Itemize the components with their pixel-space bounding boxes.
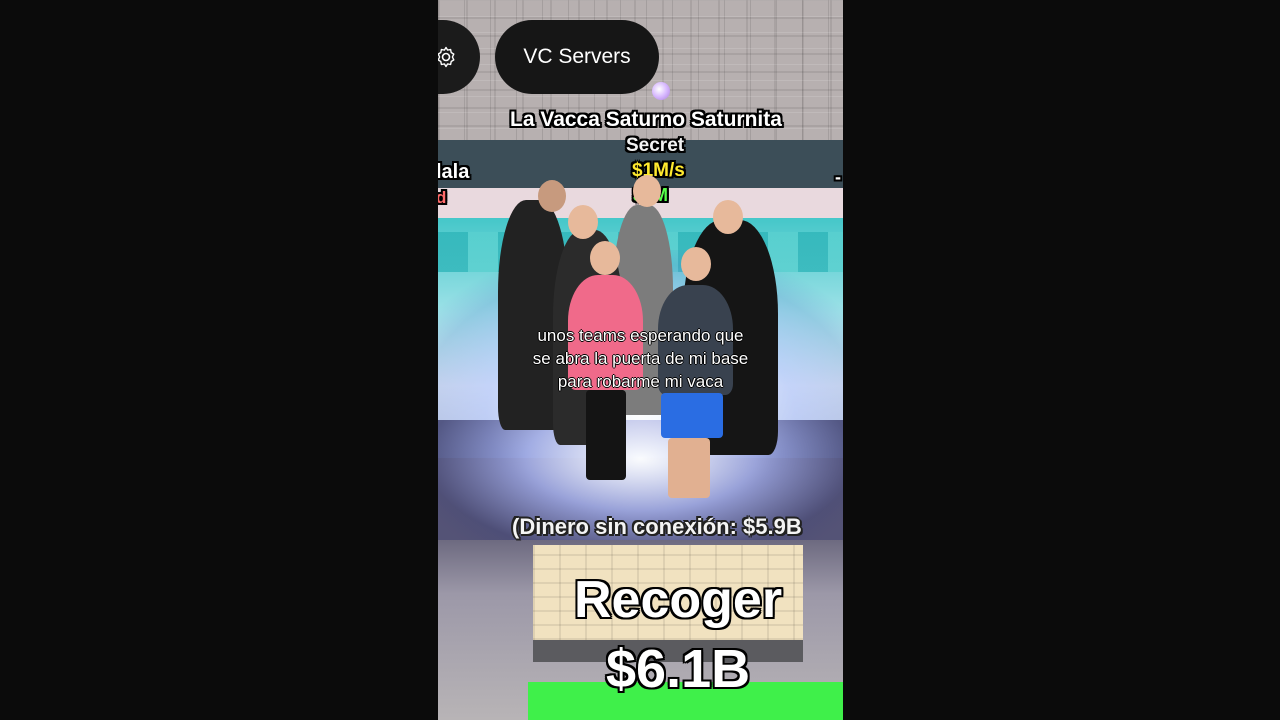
person-teen-head: [633, 175, 661, 207]
left-pet-tag: d: [438, 188, 447, 207]
collect-label[interactable]: Recoger: [574, 570, 782, 630]
pet-name: La Vacca Saturno Saturnita: [510, 108, 782, 131]
person-mom-right-head: [713, 200, 743, 234]
person-boy-blue-legs: [668, 438, 710, 498]
collect-amount: $6.1B: [606, 639, 751, 699]
person-girl-pink-head: [590, 241, 620, 275]
pet-rarity: Secret: [626, 135, 685, 156]
caption-line-2: se abra la puerta de mi base: [532, 349, 749, 368]
right-letterbox: [843, 0, 1280, 720]
person-boy-blue-head: [681, 247, 711, 281]
person-mom-left-head: [568, 205, 598, 239]
caption-line-3: para robarme mi vaca: [557, 372, 724, 391]
orb-icon: [652, 82, 670, 100]
game-viewport: VC Servers La Vacca Saturno Saturnita Se…: [438, 0, 843, 720]
offline-money-label: (Dinero sin conexión: $5.9B: [512, 514, 802, 539]
person-boy-blue-shorts: [661, 393, 723, 438]
left-letterbox: [0, 0, 438, 720]
vc-servers-label: VC Servers: [523, 45, 631, 68]
video-caption: unos teams esperando que se abra la puer…: [508, 324, 773, 393]
gear-icon: [438, 46, 455, 68]
right-pet-mark: -: [835, 167, 841, 187]
left-pet-name: lala: [438, 161, 470, 183]
person-girl-pink-legs: [586, 390, 626, 480]
person-dad-head: [538, 180, 566, 212]
vc-servers-button[interactable]: VC Servers: [495, 20, 659, 94]
caption-line-1: unos teams esperando que: [537, 326, 744, 345]
